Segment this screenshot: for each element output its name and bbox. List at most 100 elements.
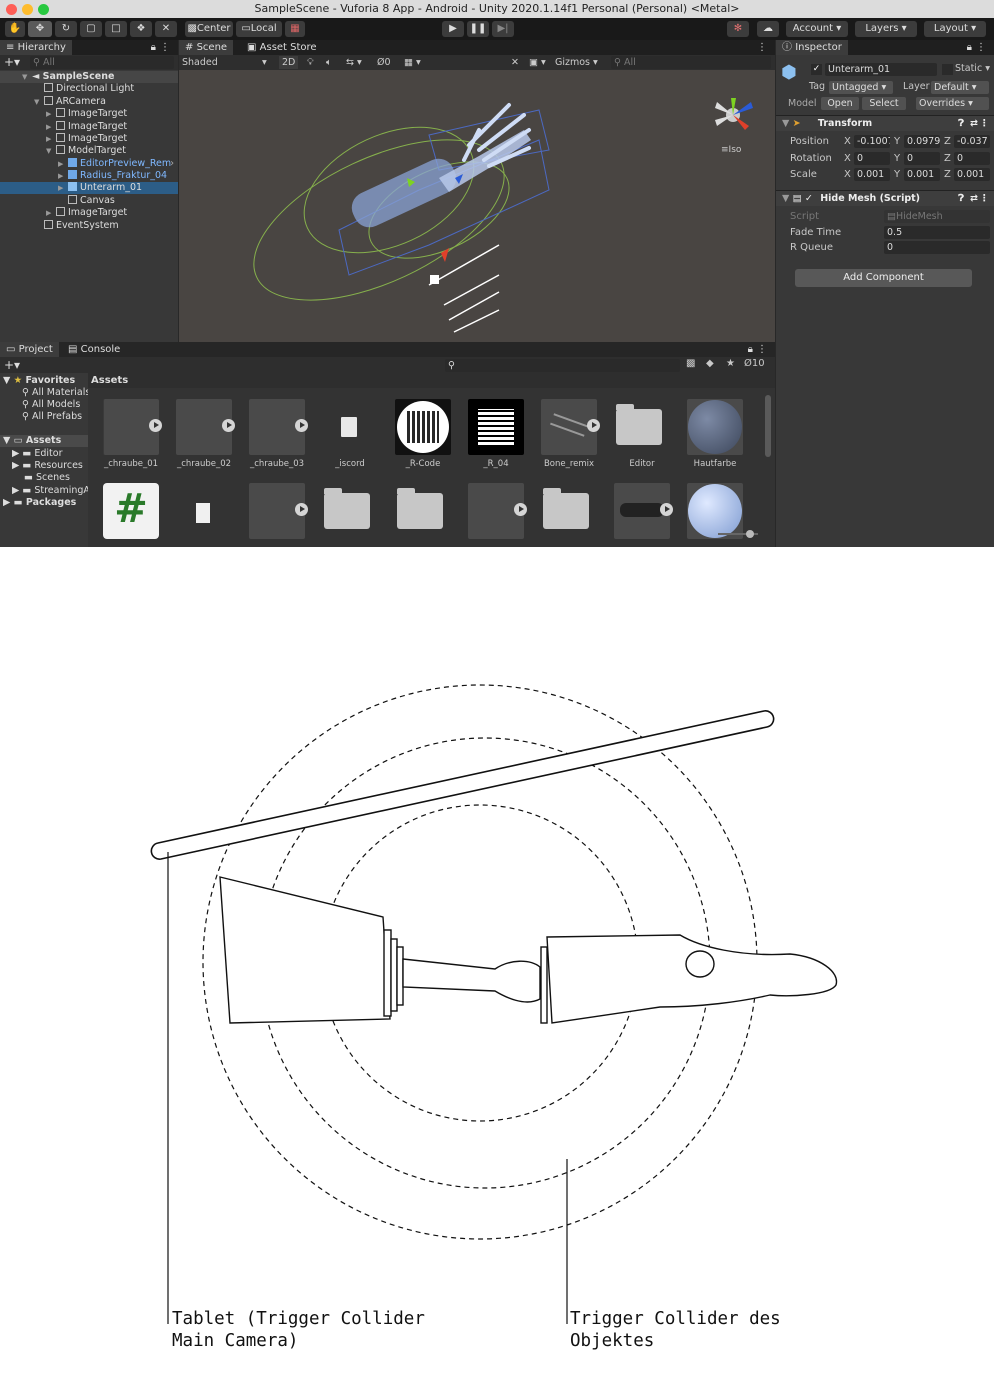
expand-arrow-icon[interactable]: ▶ <box>3 497 10 508</box>
r-queue-input[interactable]: 0 <box>884 241 990 254</box>
camera-dropdown-icon[interactable]: ▣ ▾ <box>529 55 546 70</box>
panel-menu-icon[interactable]: ⋮ <box>976 40 986 55</box>
hierarchy-item-radius-fraktur[interactable]: ▶ Radius_Fraktur_04 <box>0 170 178 182</box>
pivot-center-toggle[interactable]: ▩Center <box>185 21 233 37</box>
favorite-star-icon[interactable]: ★ <box>726 358 735 369</box>
tag-dropdown[interactable]: Untagged ▾ <box>829 81 893 94</box>
pivot-space-toggle[interactable]: ▭Local <box>236 21 282 37</box>
hierarchy-item-imagetarget[interactable]: ▶ ImageTarget <box>0 108 178 120</box>
expand-arrow-icon[interactable]: ▼ <box>3 375 10 386</box>
hierarchy-item-imagetarget[interactable]: ▶ ImageTarget <box>0 133 178 145</box>
collapse-arrow-icon[interactable]: ▼ <box>776 193 789 204</box>
toggle-2d-button[interactable]: 2D <box>279 56 299 69</box>
rotation-x-field[interactable]: 0 <box>854 152 890 165</box>
rotation-z-field[interactable]: 0 <box>954 152 990 165</box>
panel-menu-icon[interactable]: ⋮ <box>757 40 767 55</box>
static-dropdown[interactable]: Static ▾ <box>955 63 990 74</box>
create-plus-icon[interactable]: +▾ <box>4 357 20 373</box>
tab-inspector[interactable]: ⓘ Inspector <box>776 40 848 55</box>
hierarchy-item-eventsystem[interactable]: EventSystem <box>0 220 178 232</box>
fade-time-input[interactable]: 0.5 <box>884 226 990 239</box>
create-plus-icon[interactable]: +▾ <box>4 55 20 70</box>
transform-component-header[interactable]: ▼ ➤ Transform ❓︎ ⇄ ⋮ <box>776 115 994 131</box>
select-button[interactable]: Select <box>862 97 906 110</box>
tab-asset-store[interactable]: ▣ Asset Store <box>241 40 323 55</box>
position-y-field[interactable]: 0.0979 <box>904 135 940 148</box>
collapse-arrow-icon[interactable]: ▼ <box>776 118 789 129</box>
expand-arrow-icon[interactable]: ▶ <box>12 485 19 496</box>
collab-icon[interactable]: ✻ <box>727 21 749 37</box>
step-button[interactable]: ▶| <box>492 21 514 37</box>
tab-project[interactable]: ▭ Project <box>0 342 59 357</box>
project-search-input[interactable]: ⚲ <box>445 359 680 372</box>
panel-menu-icon[interactable]: ⋮ <box>757 342 767 357</box>
object-name-input[interactable]: Unterarm_01 <box>825 63 937 76</box>
hierarchy-item-arcamera[interactable]: ▼ ARCamera <box>0 96 178 108</box>
orientation-gizmo[interactable] <box>715 98 753 130</box>
static-checkbox[interactable] <box>942 64 953 75</box>
preset-icon[interactable]: ⇄ <box>970 191 978 207</box>
grid-snap-button[interactable]: ▦ <box>285 21 305 37</box>
tree-item-scenes[interactable]: ▬ Scenes <box>24 472 70 484</box>
hierarchy-item-editorpreview[interactable]: ▶ EditorPreview_Rem › <box>0 158 178 170</box>
hidden-objects-toggle[interactable]: Ø0 <box>377 55 391 70</box>
expand-arrow-icon[interactable]: ▶ <box>12 448 19 459</box>
open-button[interactable]: Open <box>821 97 859 110</box>
play-icon[interactable] <box>514 503 527 516</box>
layer-dropdown[interactable]: Default ▾ <box>931 81 989 94</box>
layout-dropdown[interactable]: Layout ▾ <box>924 21 986 37</box>
play-icon[interactable] <box>660 503 673 516</box>
play-icon[interactable] <box>222 419 235 432</box>
hand-tool-button[interactable]: ✋ <box>5 21 25 37</box>
lock-icon[interactable]: 🔒︎ <box>151 40 156 55</box>
tree-item-streaming-assets[interactable]: ▶ ▬ StreamingA <box>12 485 90 497</box>
tree-item-all-prefabs[interactable]: ⚲ All Prefabs <box>22 411 82 423</box>
hierarchy-item-unterarm[interactable]: ▶ Unterarm_01 <box>0 182 178 194</box>
hide-mesh-component-header[interactable]: ▼ ▤ ✓ Hide Mesh (Script) ❓︎ ⇄ ⋮ <box>776 190 994 206</box>
add-component-button[interactable]: Add Component <box>795 269 972 287</box>
help-icon[interactable]: ❓︎ <box>958 116 964 132</box>
panel-menu-icon[interactable]: ⋮ <box>160 40 170 55</box>
hierarchy-search-input[interactable]: ⚲ All <box>30 56 174 69</box>
hierarchy-item-imagetarget[interactable]: ▶ ImageTarget <box>0 207 178 219</box>
minimize-window-button[interactable] <box>22 4 33 15</box>
hierarchy-item-canvas[interactable]: Canvas <box>0 195 178 207</box>
pause-button[interactable]: ❚❚ <box>467 21 489 37</box>
position-x-field[interactable]: -0.1007 <box>854 135 890 148</box>
slider-handle[interactable] <box>746 530 754 538</box>
effects-dropdown-icon[interactable]: ⇆ ▾ <box>346 55 362 70</box>
expand-arrow-icon[interactable]: ▼ <box>34 96 44 108</box>
tree-item-all-materials[interactable]: ⚲ All Materials <box>22 387 90 399</box>
expand-arrow-icon[interactable]: ▶ <box>58 170 68 182</box>
account-dropdown[interactable]: Account ▾ <box>786 21 848 37</box>
play-icon[interactable] <box>149 419 162 432</box>
tab-scene[interactable]: # Scene <box>179 40 234 55</box>
filter-type-icon[interactable]: ▩ <box>686 358 695 369</box>
hierarchy-item-imagetarget[interactable]: ▶ ImageTarget <box>0 121 178 133</box>
cloud-icon[interactable]: ☁ <box>757 21 779 37</box>
hierarchy-item-directional-light[interactable]: Directional Light <box>0 83 178 95</box>
shading-mode-dropdown[interactable]: Shaded ▾ <box>182 55 272 70</box>
expand-arrow-icon[interactable]: ▶ <box>12 460 19 471</box>
scene-search-input[interactable]: ⚲ All <box>611 56 771 69</box>
expand-arrow-icon[interactable]: ▶ <box>58 158 68 170</box>
lock-icon[interactable]: 🔒︎ <box>967 40 972 55</box>
audio-toggle-icon[interactable]: 🔈︎ <box>326 55 332 70</box>
transform-tool-button[interactable]: ❖ <box>130 21 152 37</box>
close-window-button[interactable] <box>6 4 17 15</box>
chevron-right-icon[interactable]: › <box>170 158 174 170</box>
rotation-y-field[interactable]: 0 <box>904 152 940 165</box>
zoom-window-button[interactable] <box>38 4 49 15</box>
thumbnail-size-slider[interactable] <box>718 530 758 538</box>
component-menu-icon[interactable]: ⋮ <box>980 116 990 132</box>
overrides-dropdown[interactable]: Overrides ▾ <box>916 97 989 110</box>
tools-icon[interactable]: ✕ <box>511 55 519 70</box>
play-button[interactable]: ▶ <box>442 21 464 37</box>
tree-item-all-models[interactable]: ⚲ All Models <box>22 399 80 411</box>
custom-tool-button[interactable]: ✕ <box>155 21 177 37</box>
tab-hierarchy[interactable]: ≡ Hierarchy <box>0 40 72 55</box>
play-icon[interactable] <box>295 503 308 516</box>
layers-dropdown[interactable]: Layers ▾ <box>855 21 917 37</box>
enabled-checkbox[interactable]: ✓ <box>805 193 813 204</box>
rotate-tool-button[interactable]: ↻ <box>55 21 77 37</box>
